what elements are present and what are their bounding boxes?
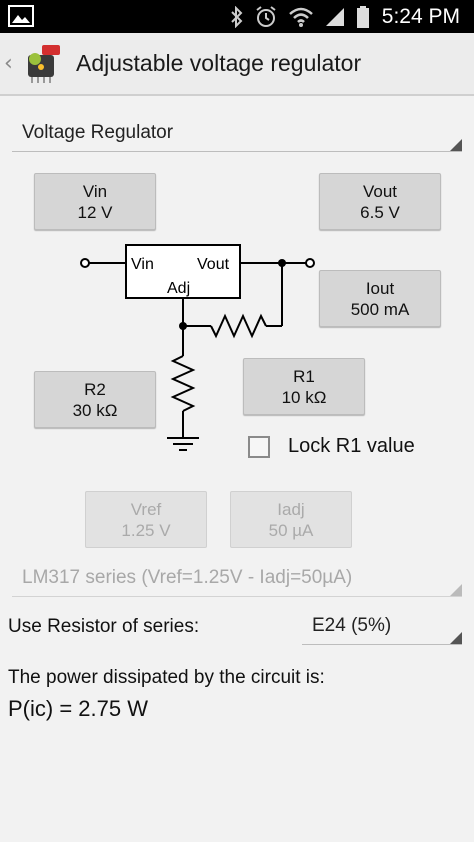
iout-button-value: 500 mA — [350, 299, 410, 319]
r1-button[interactable]: R1 10 kΩ — [243, 358, 365, 415]
vin-button[interactable]: Vin 12 V — [34, 173, 156, 230]
regulator-vout-label: Vout — [197, 256, 230, 273]
lock-r1-row[interactable]: Lock R1 value — [248, 435, 415, 458]
lock-r1-checkbox[interactable] — [248, 435, 270, 458]
iout-button-label: Iout — [365, 278, 395, 298]
regulator-vin-label: Vin — [131, 256, 154, 273]
iadj-button: Iadj 50 µA — [230, 491, 352, 548]
vref-button: Vref 1.25 V — [85, 491, 207, 548]
output-terminal — [305, 258, 315, 268]
input-terminal — [80, 258, 90, 268]
regulator-series-value: LM317 series (Vref=1.25V - Iadj=50µA) — [22, 567, 353, 588]
r1-button-value: 10 kΩ — [281, 387, 327, 407]
r2-button-label: R2 — [84, 379, 106, 399]
vout-button-value: 6.5 V — [360, 202, 400, 222]
vout-button-label: Vout — [362, 181, 398, 201]
vref-button-label: Vref — [130, 499, 162, 519]
resistor-series-label: Use Resistor of series: — [8, 616, 200, 637]
spinner-arrow-icon — [450, 632, 462, 644]
regulator-adj-label: Adj — [167, 280, 190, 297]
power-description: The power dissipated by the circuit is: — [8, 667, 325, 688]
adj-junction — [179, 322, 187, 330]
power-value: P(ic) = 2.75 W — [8, 696, 148, 721]
vin-button-label: Vin — [82, 181, 108, 201]
iadj-button-label: Iadj — [277, 499, 305, 519]
r1-resistor — [210, 313, 267, 339]
regulator-series-spinner: LM317 series (Vref=1.25V - Iadj=50µA) — [12, 563, 462, 597]
spinner-arrow-icon — [450, 584, 462, 596]
output-junction — [278, 259, 286, 267]
lock-r1-label: Lock R1 value — [288, 435, 415, 457]
r2-button-value: 30 kΩ — [72, 400, 118, 420]
resistor-series-spinner[interactable]: E24 (5%) — [302, 607, 462, 645]
vout-button[interactable]: Vout 6.5 V — [319, 173, 441, 230]
resistor-series-value: E24 (5%) — [312, 615, 392, 636]
vin-button-value: 12 V — [77, 202, 113, 222]
r1-button-label: R1 — [293, 366, 315, 386]
iout-button[interactable]: Iout 500 mA — [319, 270, 441, 327]
r2-button[interactable]: R2 30 kΩ — [34, 371, 156, 428]
iadj-button-value: 50 µA — [268, 520, 314, 540]
r2-resistor — [170, 355, 196, 412]
vref-button-value: 1.25 V — [121, 520, 171, 540]
